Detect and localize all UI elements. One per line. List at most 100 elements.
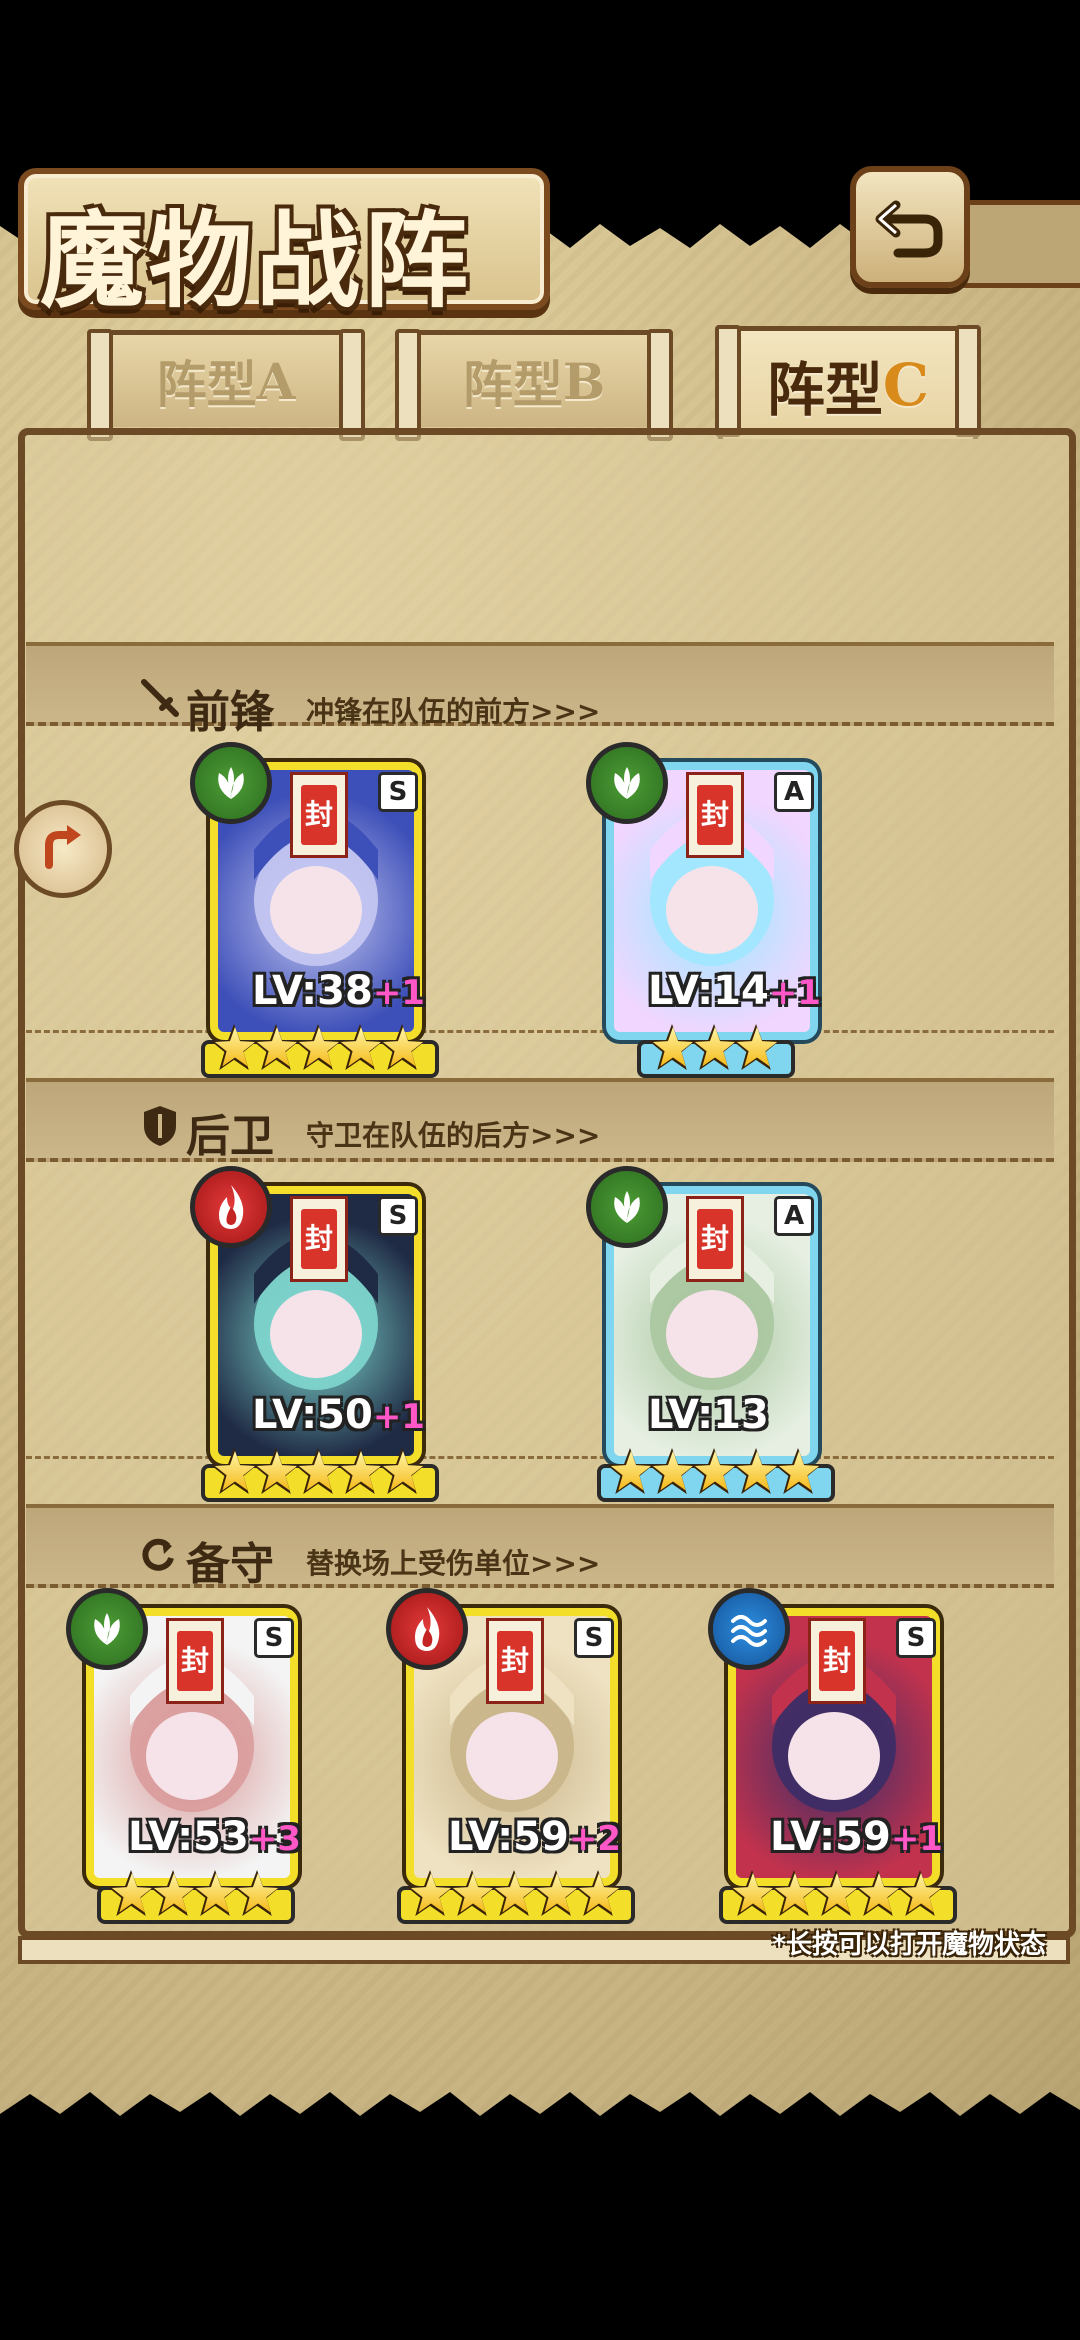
level-bonus: +1 — [890, 1819, 943, 1859]
tab-letter: A — [256, 351, 296, 411]
star-icon — [813, 1870, 859, 1916]
rank-badge: S — [574, 1618, 614, 1658]
seal-char: 封 — [819, 1631, 855, 1691]
seal-char: 封 — [301, 785, 337, 845]
seal-talisman: 封 — [686, 1196, 744, 1282]
star-icon — [733, 1448, 779, 1494]
star-rating — [211, 1024, 425, 1070]
level-bonus: +1 — [372, 973, 425, 1013]
water-element-icon — [708, 1588, 790, 1670]
tab-label: 阵型 — [156, 355, 257, 414]
star-rating — [649, 1024, 779, 1070]
seal-talisman: 封 — [166, 1618, 224, 1704]
level-bonus: +2 — [568, 1819, 621, 1859]
star-icon — [771, 1870, 817, 1916]
star-icon — [533, 1870, 579, 1916]
star-icon — [211, 1024, 257, 1070]
star-icon — [379, 1024, 425, 1070]
section-front-title: 前锋 — [186, 687, 274, 738]
star-icon — [733, 1024, 779, 1070]
level-text: LV:13 — [648, 1392, 769, 1438]
star-icon — [491, 1870, 537, 1916]
return-arrow-icon — [875, 200, 943, 258]
star-icon — [649, 1024, 695, 1070]
level-text: LV:59 — [448, 1814, 569, 1860]
star-icon — [649, 1448, 695, 1494]
unit-level: LV:59+2 — [448, 1814, 621, 1860]
seal-char: 封 — [301, 1209, 337, 1269]
rank-badge: S — [378, 772, 418, 812]
star-icon — [253, 1448, 299, 1494]
rank-badge: S — [378, 1196, 418, 1236]
star-icon — [729, 1870, 775, 1916]
seal-char: 封 — [697, 1209, 733, 1269]
star-icon — [192, 1870, 238, 1916]
level-bonus: +3 — [248, 1819, 301, 1859]
star-rating — [211, 1448, 425, 1494]
grass-element-icon — [586, 742, 668, 824]
unit-level: LV:59+1 — [770, 1814, 943, 1860]
star-icon — [295, 1024, 341, 1070]
seal-talisman: 封 — [686, 772, 744, 858]
star-rating — [407, 1870, 621, 1916]
rotate-arrow-icon — [45, 825, 81, 869]
level-text: LV:59 — [770, 1814, 891, 1860]
seal-talisman: 封 — [486, 1618, 544, 1704]
seal-char: 封 — [497, 1631, 533, 1691]
section-rear-desc: 守卫在队伍的后方>>> — [306, 1119, 601, 1152]
tab-label: 阵型 — [462, 355, 563, 414]
tab-label: 阵型 — [766, 356, 883, 424]
star-icon — [407, 1870, 453, 1916]
star-icon — [775, 1448, 821, 1494]
star-icon — [855, 1870, 901, 1916]
star-icon — [575, 1870, 621, 1916]
star-icon — [211, 1448, 257, 1494]
grass-element-icon — [586, 1166, 668, 1248]
seal-char: 封 — [697, 785, 733, 845]
section-reserve-desc: 替换场上受伤单位>>> — [306, 1547, 601, 1580]
star-icon — [607, 1448, 653, 1494]
section-front-desc: 冲锋在队伍的前方>>> — [306, 695, 601, 728]
star-icon — [897, 1870, 943, 1916]
star-rating — [729, 1870, 943, 1916]
grass-element-icon — [66, 1588, 148, 1670]
star-icon — [691, 1448, 737, 1494]
back-button[interactable] — [850, 166, 970, 288]
star-rating — [108, 1870, 280, 1916]
shield-icon — [140, 1106, 180, 1146]
star-icon — [379, 1448, 425, 1494]
tab-formation-b[interactable]: 阵型 B — [395, 329, 673, 441]
star-icon — [150, 1870, 196, 1916]
tab-formation-a[interactable]: 阵型 A — [87, 329, 365, 441]
level-bonus: +1 — [768, 973, 821, 1013]
tab-formation-c[interactable]: 阵型 C — [715, 325, 981, 439]
section-reserve-title: 备守 — [186, 1539, 274, 1590]
row-divider — [26, 1456, 1054, 1459]
seal-talisman: 封 — [290, 772, 348, 858]
star-icon — [295, 1448, 341, 1494]
sword-icon — [140, 678, 180, 718]
star-icon — [337, 1448, 383, 1494]
seal-talisman: 封 — [290, 1196, 348, 1282]
star-icon — [108, 1870, 154, 1916]
level-text: LV:14 — [648, 968, 769, 1014]
rank-badge: S — [896, 1618, 936, 1658]
level-text: LV:50 — [252, 1392, 373, 1438]
star-icon — [253, 1024, 299, 1070]
star-icon — [337, 1024, 383, 1070]
star-rating — [607, 1448, 821, 1494]
seal-talisman: 封 — [808, 1618, 866, 1704]
level-text: LV:53 — [128, 1814, 249, 1860]
tab-letter: B — [562, 351, 606, 411]
grass-element-icon — [190, 742, 272, 824]
level-bonus: +1 — [372, 1397, 425, 1437]
tab-letter: C — [882, 351, 930, 419]
torn-edge-bottom — [0, 2092, 1080, 2128]
long-press-hint: *长按可以打开魔物状态 — [772, 1930, 1046, 1960]
section-rear-title: 后卫 — [186, 1111, 274, 1162]
back-button-rail — [960, 200, 1080, 288]
formation-rotate-button[interactable] — [14, 800, 112, 898]
star-icon — [691, 1024, 737, 1070]
fire-element-icon — [190, 1166, 272, 1248]
seal-char: 封 — [177, 1631, 213, 1691]
